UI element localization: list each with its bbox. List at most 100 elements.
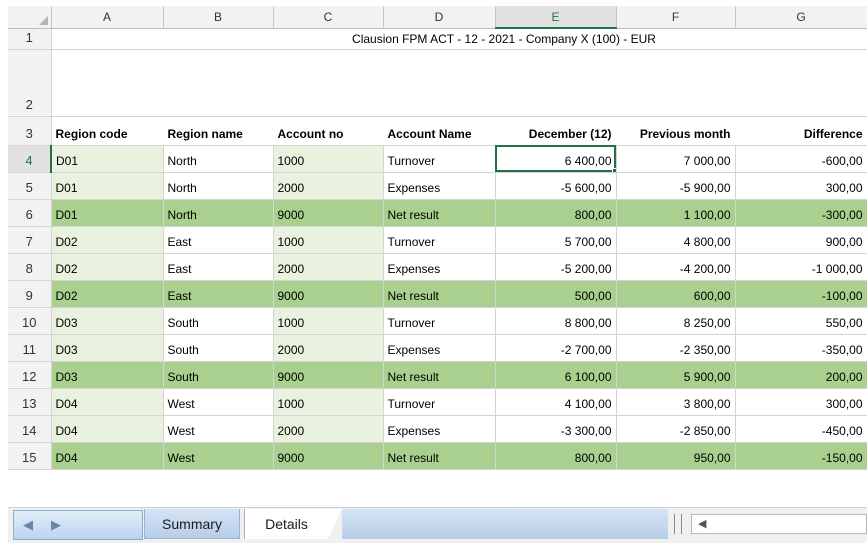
- column-header-d[interactable]: D: [383, 6, 496, 29]
- cell-prev[interactable]: -5 900,00: [616, 172, 736, 200]
- cell-dec[interactable]: 5 700,00: [495, 226, 617, 254]
- spreadsheet-grid[interactable]: A B C D E F G 1 Clausion FPM ACT - 12 - …: [8, 6, 867, 492]
- cell-dec[interactable]: -5 600,00: [495, 172, 617, 200]
- cell-prev[interactable]: 4 800,00: [616, 226, 736, 254]
- cell-name[interactable]: West: [163, 442, 274, 470]
- row-header[interactable]: 11: [8, 334, 52, 362]
- cell-code[interactable]: D02: [51, 280, 164, 308]
- column-header-b[interactable]: B: [163, 6, 274, 29]
- cell-acc[interactable]: 1000: [273, 388, 384, 416]
- cell-code[interactable]: D03: [51, 361, 164, 389]
- cell-dec[interactable]: -2 700,00: [495, 334, 617, 362]
- cell-code[interactable]: D01: [51, 145, 164, 173]
- cell-name[interactable]: West: [163, 388, 274, 416]
- cell-acc[interactable]: 9000: [273, 199, 384, 227]
- cell-accname[interactable]: Expenses: [383, 415, 496, 443]
- column-header-a[interactable]: A: [51, 6, 164, 29]
- cell-dec[interactable]: 8 800,00: [495, 307, 617, 335]
- cell[interactable]: [735, 28, 867, 50]
- cell-accname[interactable]: Expenses: [383, 334, 496, 362]
- cell[interactable]: [735, 49, 867, 117]
- cell-dec[interactable]: 6 100,00: [495, 361, 617, 389]
- cell-dec[interactable]: -5 200,00: [495, 253, 617, 281]
- cell-accname[interactable]: Turnover: [383, 145, 496, 173]
- cell-code[interactable]: D01: [51, 199, 164, 227]
- cell-name[interactable]: North: [163, 199, 274, 227]
- tab-details[interactable]: Details: [244, 509, 342, 539]
- scroll-tabs-left-icon[interactable]: ◀: [14, 511, 42, 539]
- cell[interactable]: [616, 49, 735, 117]
- cell-diff[interactable]: 200,00: [735, 361, 867, 389]
- cell-diff[interactable]: -300,00: [735, 199, 867, 227]
- cell-name[interactable]: South: [163, 361, 274, 389]
- cell-acc[interactable]: 1000: [273, 145, 384, 173]
- row-header[interactable]: 12: [8, 361, 52, 389]
- cell[interactable]: [495, 49, 616, 117]
- cell-diff[interactable]: 300,00: [735, 172, 867, 200]
- cell-diff[interactable]: 300,00: [735, 388, 867, 416]
- cell-name[interactable]: South: [163, 307, 274, 335]
- tab-scroll-splitter[interactable]: [674, 514, 682, 534]
- cell-code[interactable]: D04: [51, 442, 164, 470]
- cell[interactable]: [383, 49, 495, 117]
- cell-acc[interactable]: 2000: [273, 253, 384, 281]
- fill-handle[interactable]: [611, 167, 615, 171]
- row-header[interactable]: 7: [8, 226, 52, 254]
- cell[interactable]: [163, 49, 273, 117]
- column-header-c[interactable]: C: [273, 6, 384, 29]
- header-account-no[interactable]: Account no: [273, 116, 383, 146]
- cell-accname[interactable]: Expenses: [383, 253, 496, 281]
- cell-accname[interactable]: Turnover: [383, 307, 496, 335]
- cell[interactable]: [163, 28, 273, 50]
- cell-diff[interactable]: -450,00: [735, 415, 867, 443]
- cell-code[interactable]: D03: [51, 334, 164, 362]
- header-region-code[interactable]: Region code: [51, 116, 163, 146]
- header-difference[interactable]: Difference: [735, 116, 867, 146]
- cell-name[interactable]: East: [163, 253, 274, 281]
- row-header[interactable]: 1: [8, 28, 52, 50]
- cell-prev[interactable]: -2 850,00: [616, 415, 736, 443]
- cell-accname[interactable]: Turnover: [383, 388, 496, 416]
- row-header[interactable]: 13: [8, 388, 52, 416]
- cell-prev[interactable]: 5 900,00: [616, 361, 736, 389]
- header-december[interactable]: December (12): [495, 116, 616, 146]
- cell-accname[interactable]: Net result: [383, 442, 496, 470]
- scroll-left-icon[interactable]: ◀: [698, 517, 706, 530]
- cell-name[interactable]: East: [163, 226, 274, 254]
- row-header[interactable]: 6: [8, 199, 52, 227]
- column-header-e[interactable]: E: [495, 6, 617, 29]
- cell-acc[interactable]: 1000: [273, 307, 384, 335]
- cell-prev[interactable]: 8 250,00: [616, 307, 736, 335]
- cell-accname[interactable]: Net result: [383, 199, 496, 227]
- row-header[interactable]: 2: [8, 49, 52, 117]
- header-account-name[interactable]: Account Name: [383, 116, 495, 146]
- cell-dec[interactable]: -3 300,00: [495, 415, 617, 443]
- cell-prev[interactable]: 600,00: [616, 280, 736, 308]
- cell-name[interactable]: North: [163, 172, 274, 200]
- header-previous-month[interactable]: Previous month: [616, 116, 735, 146]
- scroll-tabs-right-icon[interactable]: ▶: [42, 511, 70, 539]
- row-header[interactable]: 15: [8, 442, 52, 470]
- cell-acc[interactable]: 2000: [273, 334, 384, 362]
- cell-prev[interactable]: 1 100,00: [616, 199, 736, 227]
- cell-acc[interactable]: 9000: [273, 442, 384, 470]
- cell-prev[interactable]: 3 800,00: [616, 388, 736, 416]
- cell-acc[interactable]: 1000: [273, 226, 384, 254]
- selected-cell[interactable]: 6 400,00: [495, 145, 617, 173]
- cell[interactable]: [51, 28, 163, 50]
- cell-name[interactable]: West: [163, 415, 274, 443]
- cell-code[interactable]: D04: [51, 388, 164, 416]
- cell-acc[interactable]: 2000: [273, 415, 384, 443]
- cell-acc[interactable]: 2000: [273, 172, 384, 200]
- report-title-cell[interactable]: Clausion FPM ACT - 12 - 2021 - Company X…: [273, 28, 735, 50]
- cell-code[interactable]: D04: [51, 415, 164, 443]
- cell-dec[interactable]: 800,00: [495, 199, 617, 227]
- cell-diff[interactable]: -1 000,00: [735, 253, 867, 281]
- cell-name[interactable]: South: [163, 334, 274, 362]
- cell-diff[interactable]: 900,00: [735, 226, 867, 254]
- cell-accname[interactable]: Expenses: [383, 172, 496, 200]
- row-header[interactable]: 5: [8, 172, 52, 200]
- cell-code[interactable]: D01: [51, 172, 164, 200]
- select-all-corner[interactable]: [8, 6, 52, 29]
- cell-name[interactable]: North: [163, 145, 274, 173]
